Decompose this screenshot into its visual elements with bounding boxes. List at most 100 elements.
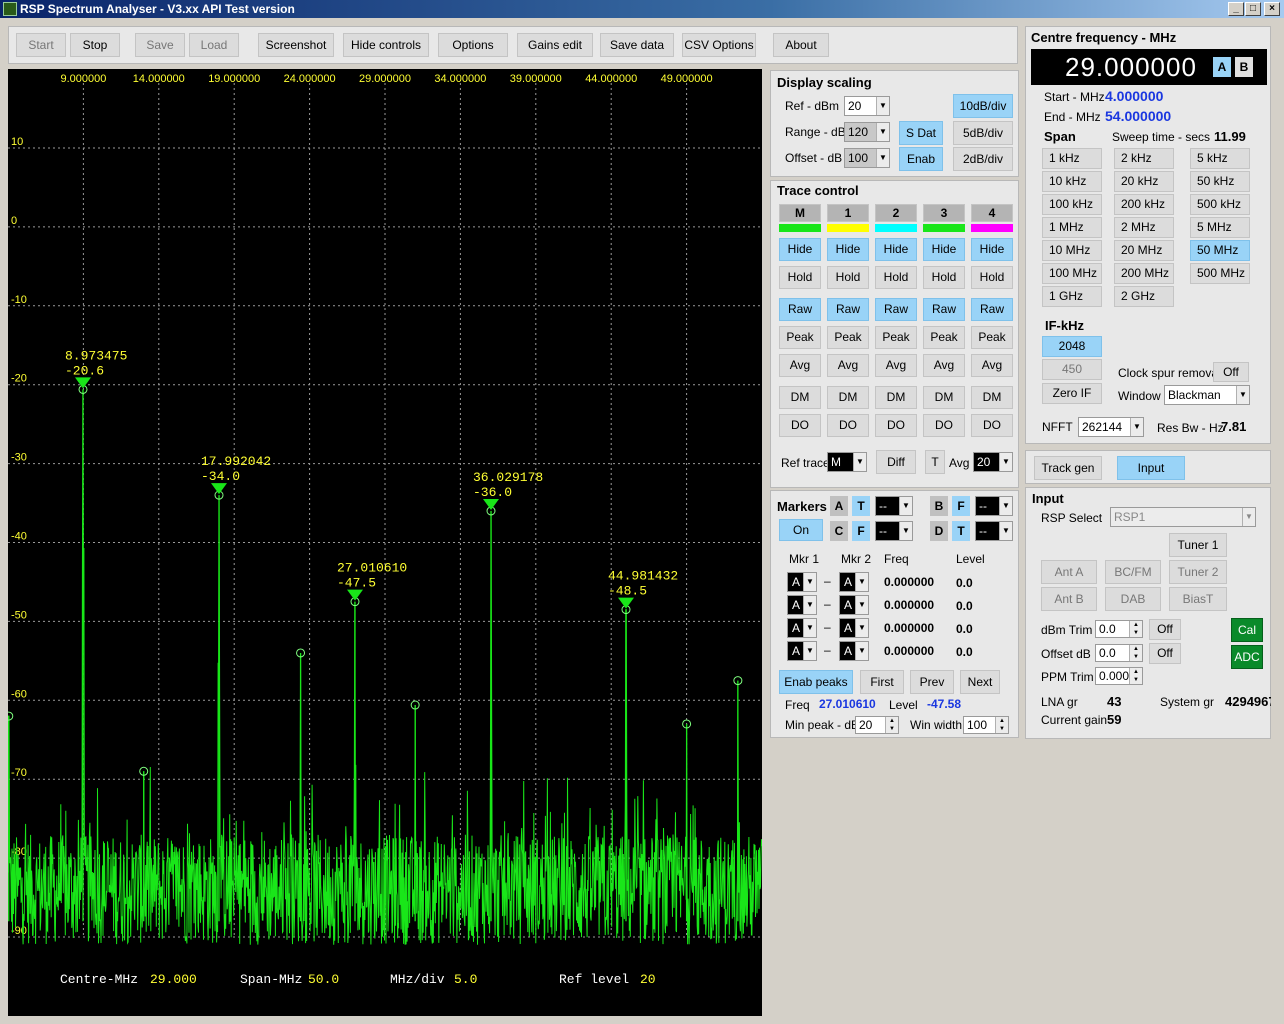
- spin-down-icon[interactable]: ▼: [1129, 629, 1142, 637]
- trace-1-do-button[interactable]: DO: [827, 414, 869, 437]
- marker-bf-select[interactable]: -- ▼: [975, 496, 1013, 516]
- span-button-200-khz[interactable]: 200 kHz: [1114, 194, 1174, 215]
- span-button-5-khz[interactable]: 5 kHz: [1190, 148, 1250, 169]
- marker-row-3-mkr2-select[interactable]: A ▼: [839, 641, 869, 661]
- dbm-trim-toggle[interactable]: Off: [1149, 619, 1181, 640]
- trace-1-hold-button[interactable]: Hold: [827, 266, 869, 289]
- if-2048-button[interactable]: 2048: [1042, 336, 1102, 357]
- spin-down-icon[interactable]: ▼: [995, 725, 1008, 733]
- trace-3-avg-button[interactable]: Avg: [923, 354, 965, 377]
- cal-button[interactable]: Cal: [1231, 618, 1263, 642]
- tuner1-button[interactable]: Tuner 1: [1169, 533, 1227, 557]
- spin-up-icon[interactable]: ▲: [1129, 668, 1142, 676]
- trace-3-raw-button[interactable]: Raw: [923, 298, 965, 321]
- marker-d-button[interactable]: D: [930, 521, 948, 541]
- trace-4-select-button[interactable]: 4: [971, 204, 1013, 222]
- offset-db-select[interactable]: 100 ▼: [844, 148, 890, 168]
- span-button-50-mhz[interactable]: 50 MHz: [1190, 240, 1250, 261]
- bc-fm-button[interactable]: BC/FM: [1105, 560, 1161, 584]
- minimize-button[interactable]: _: [1228, 2, 1244, 16]
- marker-row-0-mkr2-select[interactable]: A ▼: [839, 572, 869, 592]
- trace-2-hold-button[interactable]: Hold: [875, 266, 917, 289]
- prev-peak-button[interactable]: Prev: [910, 670, 954, 694]
- clock-spur-toggle[interactable]: Off: [1213, 362, 1249, 382]
- rsp-select[interactable]: RSP1 ▼: [1110, 507, 1256, 527]
- marker-t2-button[interactable]: T: [952, 521, 970, 541]
- s-dat-button[interactable]: S Dat: [899, 121, 943, 145]
- trace-0-dm-button[interactable]: DM: [779, 386, 821, 409]
- markers-on-button[interactable]: On: [779, 519, 823, 541]
- vfo-b-button[interactable]: B: [1235, 57, 1253, 77]
- span-button-10-mhz[interactable]: 10 MHz: [1042, 240, 1102, 261]
- win-width-spinner[interactable]: 100 ▲ ▼: [963, 716, 1009, 734]
- dbm-trim-spinner[interactable]: 0.0 ▲ ▼: [1095, 620, 1143, 638]
- trace-0-select-button[interactable]: M: [779, 204, 821, 222]
- span-button-100-mhz[interactable]: 100 MHz: [1042, 263, 1102, 284]
- 5db-div-button[interactable]: 5dB/div: [953, 121, 1013, 145]
- trace-1-avg-button[interactable]: Avg: [827, 354, 869, 377]
- maximize-button[interactable]: □: [1245, 2, 1261, 16]
- save-data-button[interactable]: Save data: [600, 33, 674, 57]
- trace-4-raw-button[interactable]: Raw: [971, 298, 1013, 321]
- span-button-2-mhz[interactable]: 2 MHz: [1114, 217, 1174, 238]
- csv-options-button[interactable]: CSV Options: [682, 33, 756, 57]
- spin-up-icon[interactable]: ▲: [1129, 645, 1142, 653]
- diff-button[interactable]: Diff: [876, 450, 916, 474]
- spectrum-display[interactable]: 10 0 -10 -20 -30 -40 -50 -60 -70 -80 -90 9.000000 14…: [8, 69, 762, 1016]
- span-button-20-mhz[interactable]: 20 MHz: [1114, 240, 1174, 261]
- stop-button[interactable]: Stop: [70, 33, 120, 57]
- peak-marker-triangle[interactable]: [347, 589, 363, 601]
- ant-b-button[interactable]: Ant B: [1041, 587, 1097, 611]
- trace-2-avg-button[interactable]: Avg: [875, 354, 917, 377]
- trace-3-select-button[interactable]: 3: [923, 204, 965, 222]
- options-button[interactable]: Options: [438, 33, 508, 57]
- trace-4-hold-button[interactable]: Hold: [971, 266, 1013, 289]
- ant-a-button[interactable]: Ant A: [1041, 560, 1097, 584]
- centre-frequency-display[interactable]: 29.000000 A B: [1031, 49, 1267, 85]
- trace-2-dm-button[interactable]: DM: [875, 386, 917, 409]
- range-db-select[interactable]: 120 ▼: [844, 122, 890, 142]
- span-button-2-ghz[interactable]: 2 GHz: [1114, 286, 1174, 307]
- spin-down-icon[interactable]: ▼: [1129, 653, 1142, 661]
- span-button-100-khz[interactable]: 100 kHz: [1042, 194, 1102, 215]
- trace-4-peak-button[interactable]: Peak: [971, 326, 1013, 349]
- marker-row-2-mkr2-select[interactable]: A ▼: [839, 618, 869, 638]
- screenshot-button[interactable]: Screenshot: [258, 33, 334, 57]
- marker-row-1-mkr2-select[interactable]: A ▼: [839, 595, 869, 615]
- trace-4-hide-button[interactable]: Hide: [971, 238, 1013, 261]
- nfft-select[interactable]: 262144 ▼: [1078, 417, 1144, 437]
- biast-button[interactable]: BiasT: [1169, 587, 1227, 611]
- marker-b-button[interactable]: B: [930, 496, 948, 516]
- offset-db-spinner[interactable]: 0.0 ▲ ▼: [1095, 644, 1143, 662]
- trace-1-select-button[interactable]: 1: [827, 204, 869, 222]
- next-peak-button[interactable]: Next: [960, 670, 1000, 694]
- enab-peaks-button[interactable]: Enab peaks: [779, 670, 853, 694]
- marker-f2-button[interactable]: F: [852, 521, 870, 541]
- marker-row-0-mkr1-select[interactable]: A ▼: [787, 572, 817, 592]
- trace-3-do-button[interactable]: DO: [923, 414, 965, 437]
- offset-db-toggle[interactable]: Off: [1149, 643, 1181, 664]
- hide-controls-button[interactable]: Hide controls: [343, 33, 429, 57]
- avg-select[interactable]: 20 ▼: [973, 452, 1013, 472]
- gains-edit-button[interactable]: Gains edit: [517, 33, 593, 57]
- trace-4-avg-button[interactable]: Avg: [971, 354, 1013, 377]
- 10db-div-button[interactable]: 10dB/div: [953, 94, 1013, 118]
- trace-0-do-button[interactable]: DO: [779, 414, 821, 437]
- end-mhz-value[interactable]: 54.000000: [1105, 108, 1171, 124]
- trace-3-hide-button[interactable]: Hide: [923, 238, 965, 261]
- peak-marker-triangle[interactable]: [75, 377, 91, 389]
- dab-button[interactable]: DAB: [1105, 587, 1161, 611]
- peak-marker-triangle[interactable]: [483, 498, 499, 510]
- peak-marker-triangle[interactable]: [618, 597, 634, 609]
- trace-3-peak-button[interactable]: Peak: [923, 326, 965, 349]
- span-button-10-khz[interactable]: 10 kHz: [1042, 171, 1102, 192]
- span-button-2-khz[interactable]: 2 kHz: [1114, 148, 1174, 169]
- marker-row-3-mkr1-select[interactable]: A ▼: [787, 641, 817, 661]
- marker-row-2-mkr1-select[interactable]: A ▼: [787, 618, 817, 638]
- track-gen-tab[interactable]: Track gen: [1034, 456, 1102, 480]
- trace-0-hide-button[interactable]: Hide: [779, 238, 821, 261]
- min-peak-spinner[interactable]: 20 ▲ ▼: [855, 716, 899, 734]
- spin-up-icon[interactable]: ▲: [885, 717, 898, 725]
- trace-2-do-button[interactable]: DO: [875, 414, 917, 437]
- start-mhz-value[interactable]: 4.000000: [1105, 88, 1163, 104]
